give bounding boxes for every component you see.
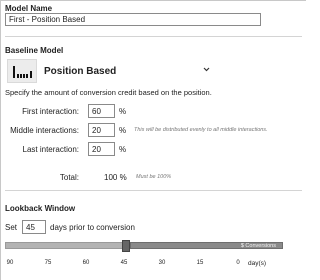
first-interaction-unit: % bbox=[119, 107, 127, 116]
total-label: Total: bbox=[59, 173, 79, 182]
lookback-days-suffix: days prior to conversion bbox=[50, 223, 135, 232]
total-note: Must be 100% bbox=[136, 174, 172, 180]
axis-tick-label: 15 bbox=[196, 260, 204, 266]
chevron-down-icon[interactable] bbox=[202, 65, 211, 74]
last-interaction-unit: % bbox=[119, 145, 127, 154]
lookback-window-heading: Lookback Window bbox=[5, 204, 76, 213]
baseline-model-dropdown[interactable]: Position Based bbox=[5, 59, 217, 85]
last-interaction-input[interactable] bbox=[88, 142, 115, 156]
model-name-input[interactable] bbox=[5, 13, 261, 26]
slider-conversions-range: $ Conversions bbox=[130, 242, 283, 249]
lookback-slider[interactable]: $ Conversions bbox=[5, 240, 283, 252]
axis-unit-label: day(s) bbox=[248, 260, 267, 267]
axis-tick-label: 60 bbox=[82, 260, 90, 266]
baseline-description: Specify the amount of conversion credit … bbox=[5, 88, 212, 97]
selected-baseline-model: Position Based bbox=[44, 66, 117, 77]
last-interaction-label: Last interaction: bbox=[22, 145, 79, 154]
first-interaction-input[interactable] bbox=[88, 104, 115, 118]
lookback-days-input[interactable] bbox=[22, 220, 46, 234]
first-interaction-label: First interaction: bbox=[22, 107, 79, 116]
model-name-heading: Model Name bbox=[5, 4, 53, 13]
axis-tick-label: 0 bbox=[236, 260, 240, 266]
position-based-bars-icon bbox=[7, 59, 37, 83]
axis-tick-label: 75 bbox=[44, 260, 52, 266]
divider bbox=[5, 36, 302, 37]
middle-interactions-label: Middle interactions: bbox=[10, 126, 79, 135]
axis-tick-label: 45 bbox=[120, 260, 128, 266]
middle-interactions-unit: % bbox=[119, 126, 127, 135]
axis-tick-label: 30 bbox=[158, 260, 166, 266]
lookback-axis: 90 75 60 45 30 15 0 bbox=[5, 256, 283, 276]
middle-interactions-note: This will be distributed evenly to all m… bbox=[134, 127, 268, 133]
middle-interactions-input[interactable] bbox=[88, 123, 115, 137]
set-label: Set bbox=[5, 223, 18, 232]
axis-tick-label: 90 bbox=[6, 260, 14, 266]
conversions-label: $ Conversions bbox=[240, 243, 276, 249]
divider bbox=[5, 190, 302, 191]
slider-handle[interactable] bbox=[122, 240, 130, 252]
total-value: 100 % bbox=[104, 173, 127, 182]
baseline-model-heading: Baseline Model bbox=[5, 46, 64, 55]
